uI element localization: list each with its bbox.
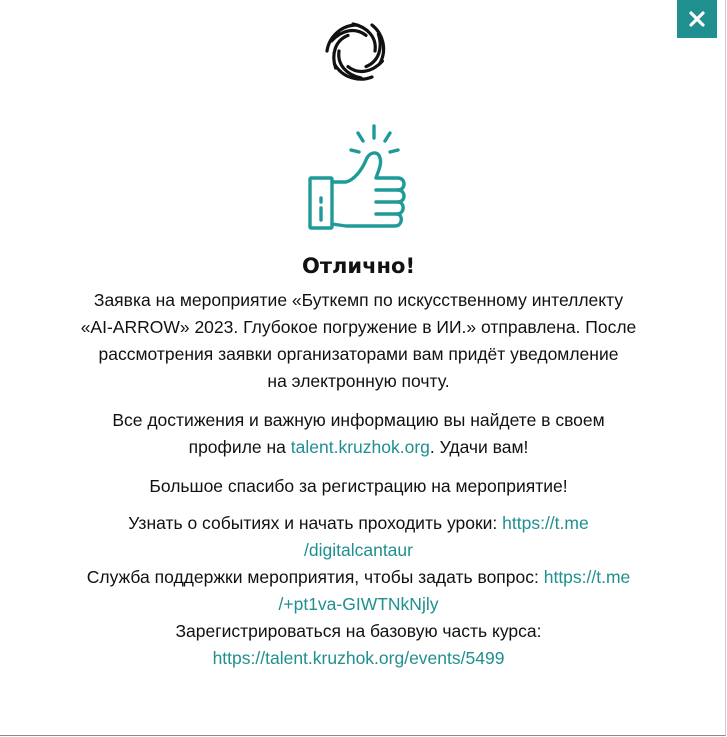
events-prefix: Узнать о событиях и начать проходить уро… — [128, 513, 503, 533]
talent-profile-link[interactable]: talent.kruzhok.org — [291, 437, 430, 457]
application-line: Заявка на мероприятие «Буткемп по искусс… — [93, 290, 624, 310]
register-message: Зарегистрироваться на базовую часть курс… — [20, 618, 697, 672]
support-line: Служба поддержки мероприятия, чтобы зада… — [20, 564, 697, 591]
achievements-message: Все достижения и важную информацию вы на… — [20, 407, 697, 461]
achievements-suffix: . Удачи вам! — [429, 437, 529, 457]
achievements-prefix: профиле на — [188, 437, 291, 457]
support-message: Служба поддержки мероприятия, чтобы зада… — [20, 564, 697, 618]
achievements-line: Все достижения и важную информацию вы на… — [112, 410, 605, 430]
support-prefix: Служба поддержки мероприятия, чтобы зада… — [86, 567, 544, 587]
register-line: https://talent.kruzhok.org/events/5499 — [20, 645, 697, 672]
support-chat-link[interactable]: https://t.me — [544, 567, 631, 587]
events-message: Узнать о событиях и начать проходить уро… — [20, 510, 697, 564]
application-line: на электронную почту. — [267, 371, 450, 391]
application-message: Заявка на мероприятие «Буткемп по искусс… — [20, 287, 697, 395]
achievements-line-2: профиле на talent.kruzhok.org. Удачи вам… — [20, 434, 697, 461]
support-chat-link-continued[interactable]: /+pt1va-GIWTNkNjly — [279, 594, 439, 614]
thumbs-up-icon — [308, 124, 406, 230]
close-icon — [689, 11, 705, 27]
modal-content: Отлично! Заявка на мероприятие «Буткемп … — [20, 252, 697, 672]
telegram-channel-link-continued[interactable]: /digitalcantaur — [304, 540, 413, 560]
events-line: Узнать о событиях и начать проходить уро… — [20, 510, 697, 537]
modal-title: Отлично! — [301, 254, 416, 278]
success-modal: Отлично! Заявка на мероприятие «Буткемп … — [0, 0, 726, 736]
support-line-2: /+pt1va-GIWTNkNjly — [20, 591, 697, 618]
register-label: Зарегистрироваться на базовую часть курс… — [175, 621, 542, 641]
application-line: «AI-ARROW» 2023. Глубокое погружение в И… — [80, 317, 637, 337]
thanks-message: Большое спасибо за регистрацию на меропр… — [149, 476, 568, 496]
course-registration-link[interactable]: https://talent.kruzhok.org/events/5499 — [213, 648, 505, 668]
events-line-2: /digitalcantaur — [20, 537, 697, 564]
circular-logo-icon — [325, 22, 386, 81]
application-line: рассмотрения заявки организаторами вам п… — [98, 344, 619, 364]
telegram-channel-link[interactable]: https://t.me — [502, 513, 589, 533]
close-button[interactable] — [677, 0, 717, 38]
